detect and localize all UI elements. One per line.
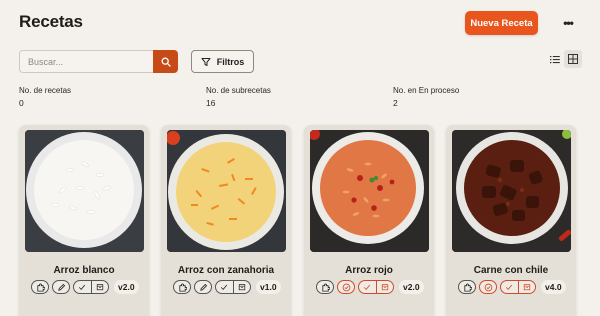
stat-subrecipes: No. de subrecetas 16: [206, 86, 271, 108]
check-circle-icon: [342, 283, 350, 291]
status-toggle[interactable]: [358, 280, 394, 294]
check-icon: [359, 281, 376, 293]
more-options-button[interactable]: •••: [558, 14, 578, 32]
pencil-icon: [199, 283, 207, 291]
recipe-actions: v4.0: [458, 280, 566, 294]
recipe-image: [452, 130, 571, 252]
recipe-image: [310, 130, 429, 252]
stat-label: No. de subrecetas: [206, 86, 271, 95]
recipe-name: Carne con chile: [473, 265, 549, 276]
check-circle-icon: [484, 283, 492, 291]
more-horizontal-icon: •••: [563, 16, 574, 30]
recipe-card[interactable]: Carne con chile v4.0: [446, 125, 576, 316]
subrecipe-button[interactable]: [173, 280, 191, 294]
in-progress-button[interactable]: [479, 280, 497, 294]
version-badge: v1.0: [256, 280, 281, 294]
stat-value: 16: [206, 98, 216, 108]
puzzle-icon: [463, 283, 472, 292]
pencil-icon: [57, 283, 65, 291]
subrecipe-button[interactable]: [458, 280, 476, 294]
filter-icon: [201, 57, 211, 66]
recipe-actions: v2.0: [316, 280, 424, 294]
version-badge: v2.0: [399, 280, 424, 294]
grid-icon: [568, 54, 578, 64]
stat-value: 0: [19, 98, 24, 108]
recipe-card[interactable]: Arroz blanco v2.0: [19, 125, 149, 316]
status-toggle[interactable]: [215, 280, 251, 294]
puzzle-icon: [178, 283, 187, 292]
stat-label: No. de recetas: [19, 86, 72, 95]
stat-in-progress: No. en En proceso 2: [393, 86, 459, 108]
status-toggle[interactable]: [73, 280, 109, 294]
recipe-image: [25, 130, 144, 252]
subrecipe-button[interactable]: [31, 280, 49, 294]
page-title: Recetas: [19, 12, 83, 31]
archive-icon: [90, 281, 108, 293]
search-button[interactable]: [153, 50, 178, 73]
recipe-card[interactable]: Arroz rojo v2.0: [304, 125, 434, 316]
stat-recipes: No. de recetas 0: [19, 86, 71, 108]
list-icon: [550, 55, 560, 63]
version-badge: v4.0: [541, 280, 566, 294]
check-icon: [74, 281, 91, 293]
subrecipe-button[interactable]: [316, 280, 334, 294]
search-bar: [19, 50, 178, 73]
list-view-button[interactable]: [546, 50, 564, 68]
recipe-name: Arroz con zanahoria: [177, 265, 275, 276]
stat-label: No. en En proceso: [393, 86, 460, 95]
recipe-actions: v1.0: [173, 280, 281, 294]
puzzle-icon: [321, 283, 330, 292]
edit-button[interactable]: [194, 280, 212, 294]
grid-view-button[interactable]: [564, 50, 582, 68]
status-toggle[interactable]: [500, 280, 536, 294]
new-recipe-button[interactable]: Nueva Receta: [465, 11, 538, 35]
version-badge: v2.0: [114, 280, 139, 294]
search-input[interactable]: [19, 50, 153, 73]
filters-label: Filtros: [216, 56, 245, 67]
archive-icon: [232, 281, 250, 293]
search-icon: [161, 57, 171, 67]
recipe-name: Arroz rojo: [345, 265, 393, 276]
in-progress-button[interactable]: [337, 280, 355, 294]
filters-button[interactable]: Filtros: [191, 50, 254, 73]
archive-icon: [517, 281, 535, 293]
check-icon: [216, 281, 233, 293]
puzzle-icon: [36, 283, 45, 292]
recipe-name: Arroz blanco: [53, 265, 115, 276]
edit-button[interactable]: [52, 280, 70, 294]
archive-icon: [375, 281, 393, 293]
recipe-card[interactable]: Arroz con zanahoria v1.0: [161, 125, 291, 316]
view-toggle: [546, 50, 582, 68]
check-icon: [501, 281, 518, 293]
stat-value: 2: [393, 98, 398, 108]
recipe-actions: v2.0: [31, 280, 139, 294]
recipe-image: [167, 130, 286, 252]
